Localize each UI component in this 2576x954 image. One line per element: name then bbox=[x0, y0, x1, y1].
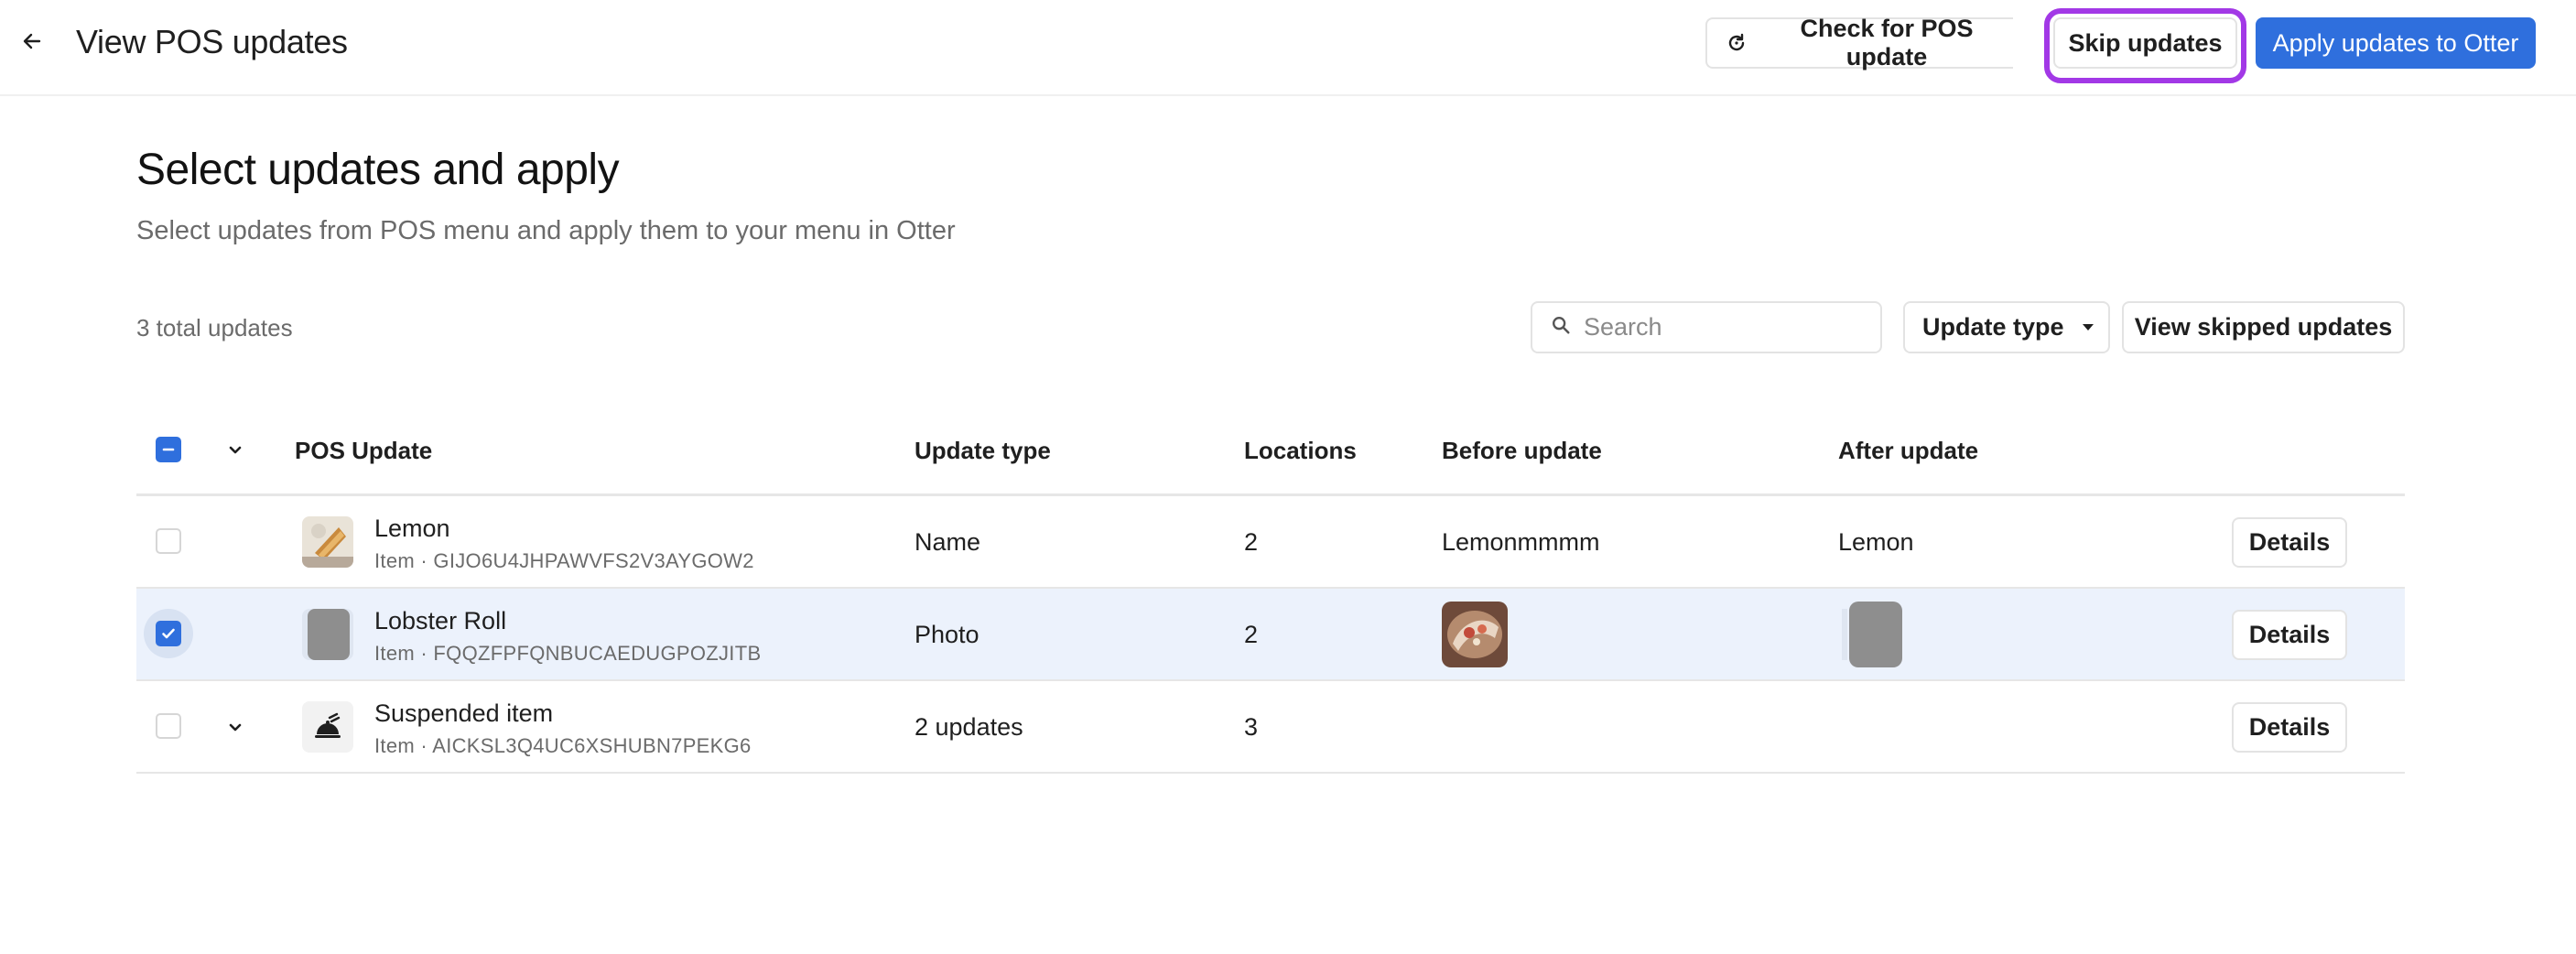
search-box[interactable] bbox=[1531, 301, 1882, 353]
details-button[interactable]: Details bbox=[2232, 517, 2347, 568]
item-id: Item · FQQZFPFQNBUCAEDUGPOZJITB bbox=[374, 642, 762, 665]
col-update-type: Update type bbox=[915, 437, 1051, 464]
item-id: Item · AICKSL3Q4UC6XSHUBN7PEKG6 bbox=[374, 734, 752, 757]
row-checkbox[interactable] bbox=[156, 528, 181, 554]
table-row[interactable]: Lobster Roll Item · FQQZFPFQNBUCAEDUGPOZ… bbox=[136, 589, 2405, 681]
row-checkbox[interactable] bbox=[156, 713, 181, 739]
top-bar: View POS updates Check for POS update Sk… bbox=[0, 0, 2576, 96]
apply-updates-button[interactable]: Apply updates to Otter bbox=[2256, 17, 2536, 69]
update-type-value: Photo bbox=[915, 621, 980, 648]
section-subtitle: Select updates from POS menu and apply t… bbox=[136, 216, 956, 245]
refresh-icon bbox=[1726, 32, 1748, 54]
updates-table: POS Update Update type Locations Before … bbox=[136, 417, 2405, 774]
row-checkbox[interactable] bbox=[156, 621, 181, 646]
after-value: Lemon bbox=[1838, 528, 1914, 556]
check-pos-update-button[interactable]: Check for POS update bbox=[1705, 15, 2013, 70]
item-name: Suspended item bbox=[374, 699, 554, 727]
back-arrow-icon[interactable] bbox=[16, 26, 48, 57]
after-photo bbox=[1842, 602, 1908, 667]
update-type-label: Update type bbox=[1922, 313, 2064, 341]
col-before-update: Before update bbox=[1442, 437, 1602, 464]
page-title: View POS updates bbox=[76, 23, 348, 60]
expand-all-chevron-icon[interactable] bbox=[224, 439, 246, 461]
update-type-value: 2 updates bbox=[915, 713, 1023, 741]
table-row[interactable]: Suspended item Item · AICKSL3Q4UC6XSHUBN… bbox=[136, 681, 2405, 774]
before-photo bbox=[1442, 602, 1508, 667]
check-pos-update-label: Check for POS update bbox=[1800, 15, 1974, 70]
table-header: POS Update Update type Locations Before … bbox=[136, 417, 2405, 496]
locations-value: 2 bbox=[1244, 528, 1259, 556]
caret-down-icon bbox=[2082, 324, 2094, 331]
search-icon bbox=[1551, 315, 1571, 340]
item-name: Lemon bbox=[374, 515, 450, 542]
view-skipped-updates-button[interactable]: View skipped updates bbox=[2122, 301, 2405, 353]
food-tray-icon bbox=[302, 701, 353, 753]
item-id: Item · GIJO6U4JHPAWVFS2V3AYGOW2 bbox=[374, 549, 754, 572]
update-type-dropdown[interactable]: Update type bbox=[1903, 301, 2110, 353]
locations-value: 3 bbox=[1244, 713, 1259, 741]
before-value: Lemonmmmm bbox=[1442, 528, 1600, 556]
item-thumbnail bbox=[302, 516, 353, 568]
search-input[interactable] bbox=[1584, 313, 1858, 341]
table-row[interactable]: Lemon Item · GIJO6U4JHPAWVFS2V3AYGOW2 Na… bbox=[136, 496, 2405, 589]
select-all-checkbox[interactable] bbox=[156, 437, 181, 462]
details-button[interactable]: Details bbox=[2232, 610, 2347, 660]
locations-value: 2 bbox=[1244, 621, 1259, 648]
expand-row-chevron-icon[interactable] bbox=[224, 716, 246, 738]
item-name: Lobster Roll bbox=[374, 607, 507, 634]
col-locations: Locations bbox=[1244, 437, 1357, 464]
col-pos-update: POS Update bbox=[295, 437, 433, 464]
item-thumbnail bbox=[302, 609, 353, 660]
section-title: Select updates and apply bbox=[136, 146, 620, 194]
skip-updates-button[interactable]: Skip updates bbox=[2053, 17, 2237, 69]
update-type-value: Name bbox=[915, 528, 981, 556]
total-updates-count: 3 total updates bbox=[136, 314, 293, 341]
col-after-update: After update bbox=[1838, 437, 1979, 464]
details-button[interactable]: Details bbox=[2232, 702, 2347, 753]
